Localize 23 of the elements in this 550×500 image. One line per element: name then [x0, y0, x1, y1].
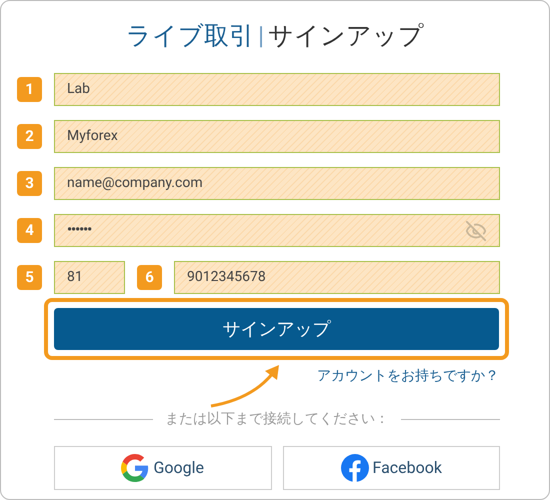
eye-off-icon[interactable]	[465, 220, 487, 242]
title-secondary: サインアップ	[268, 21, 424, 53]
signup-button[interactable]: サインアップ	[54, 308, 499, 350]
facebook-icon	[340, 454, 368, 482]
title-separator: |	[258, 21, 264, 53]
number-badge: 6	[137, 265, 162, 290]
social-login-button[interactable]: Facebook	[282, 446, 500, 490]
google-icon	[121, 454, 150, 482]
number-badge: 4	[17, 218, 42, 243]
number-badge: 1	[17, 77, 42, 102]
number-badge: 3	[17, 171, 42, 196]
country-code-field[interactable]: 81	[54, 261, 125, 294]
input-field[interactable]: Lab	[54, 73, 500, 106]
input-field[interactable]: name@company.com	[54, 167, 500, 200]
number-badge: 5	[17, 265, 42, 290]
title-primary: ライブ取引	[126, 21, 254, 53]
social-login-button[interactable]: Google	[54, 446, 272, 490]
phone-field[interactable]: 9012345678	[174, 261, 500, 294]
password-field[interactable]: ••••••	[54, 214, 500, 247]
number-badge: 2	[17, 124, 42, 149]
divider-text: または以下まで接続してください：	[165, 410, 389, 429]
login-link[interactable]: アカウントをお持ちですか？	[317, 366, 499, 387]
input-field[interactable]: Myforex	[54, 120, 500, 153]
